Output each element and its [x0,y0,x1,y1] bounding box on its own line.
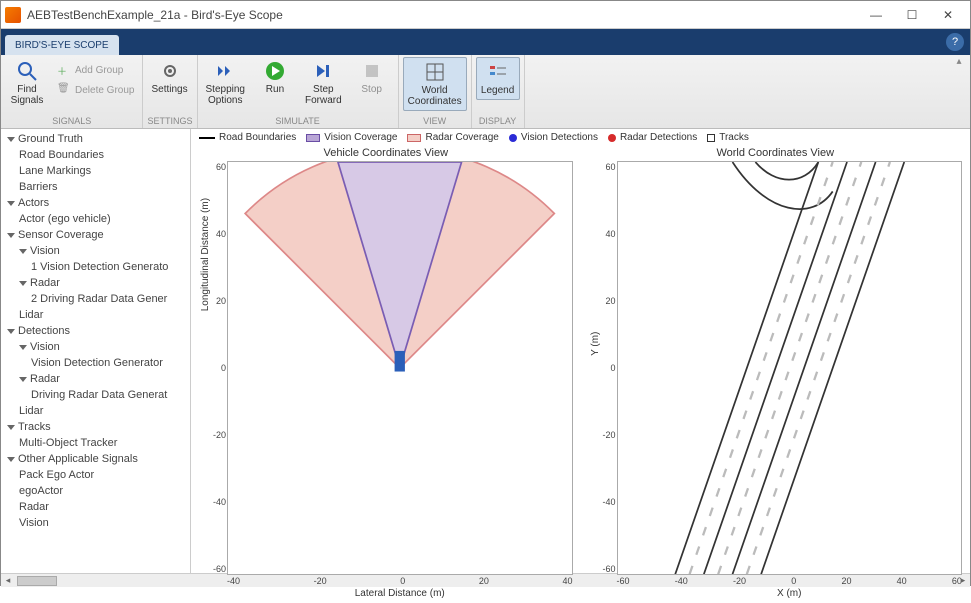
play-icon [264,60,286,82]
tree-vision-leaf[interactable]: Vision [1,515,190,531]
tree-vision-det[interactable]: Vision [1,339,190,355]
find-signals-icon [16,60,38,82]
stepping-options-button[interactable]: Stepping Options [202,57,249,109]
tree-pack-ego-actor[interactable]: Pack Ego Actor [1,467,190,483]
tree-actors[interactable]: Actors [1,195,190,211]
legend-button[interactable]: Legend [476,57,520,100]
y-axis-label: Longitudinal Distance (m) [200,198,211,311]
line-icon [199,137,215,139]
plot-title: World Coordinates View [589,145,963,161]
toolstrip-group-signals: Find Signals ＋Add Group 🗑Delete Group SI… [1,55,143,128]
help-button[interactable]: ? [946,33,964,51]
tree-ego-actor[interactable]: Actor (ego vehicle) [1,211,190,227]
toolstrip-group-settings: Settings SETTINGS [143,55,197,128]
stop-button[interactable]: Stop [350,57,394,98]
tree-vision-det-gen[interactable]: Vision Detection Generator [1,355,190,371]
tree-vision-gen-1[interactable]: 1 Vision Detection Generato [1,259,190,275]
tree-radar-det[interactable]: Radar [1,371,190,387]
tab-bar: BIRD'S-EYE SCOPE ? [1,29,970,55]
close-button[interactable]: ✕ [930,3,966,27]
caret-down-icon [7,425,15,430]
title-bar: AEBTestBenchExample_21a - Bird's-Eye Sco… [1,1,970,29]
scroll-thumb[interactable] [17,576,57,586]
delete-group-button[interactable]: 🗑Delete Group [53,81,138,99]
x-ticks: -40-2002040 [227,575,573,586]
trash-icon: 🗑 [57,83,71,97]
stop-icon [361,60,383,82]
tree-road-boundaries[interactable]: Road Boundaries [1,147,190,163]
tree-vision[interactable]: Vision [1,243,190,259]
tree-ground-truth[interactable]: Ground Truth [1,131,190,147]
caret-down-icon [7,137,15,142]
caret-down-icon [7,457,15,462]
caret-down-icon [7,233,15,238]
minimize-button[interactable]: — [858,3,894,27]
vehicle-plot-axes[interactable]: 6040200-20-40-60 Longitudinal Distance (… [227,161,573,575]
plot-title: Vehicle Coordinates View [199,145,573,161]
vehicle-coordinates-plot: Vehicle Coordinates View 6040200-20-40-6… [191,145,581,603]
plot-legend: Road Boundaries Vision Coverage Radar Co… [191,129,970,145]
content-area: Ground Truth Road Boundaries Lane Markin… [1,129,970,573]
app-icon [5,7,21,23]
world-plot-axes[interactable]: 6040200-20-40-60 Y (m) [617,161,963,575]
toolstrip-group-view: World Coordinates VIEW [399,55,472,128]
find-signals-button[interactable]: Find Signals [5,57,49,109]
scroll-left-icon[interactable]: ◂ [1,575,15,586]
step-forward-icon [312,60,334,82]
run-button[interactable]: Run [253,57,297,98]
caret-down-icon [7,329,15,334]
expand-toolstrip-icon[interactable]: ▴ [954,55,970,67]
maximize-button[interactable]: ☐ [894,3,930,27]
tree-ego-actor-2[interactable]: egoActor [1,483,190,499]
x-axis-label: X (m) [617,586,963,599]
tree-radar-leaf[interactable]: Radar [1,499,190,515]
tree-tracks[interactable]: Tracks [1,419,190,435]
x-axis-label: Lateral Distance (m) [227,586,573,599]
y-ticks: 6040200-20-40-60 [594,162,616,574]
world-coordinates-button[interactable]: World Coordinates [403,57,467,111]
caret-down-icon [19,345,27,350]
tree-radar-det-gen[interactable]: Driving Radar Data Generat [1,387,190,403]
world-icon [424,61,446,83]
tree-multi-object-tracker[interactable]: Multi-Object Tracker [1,435,190,451]
tree-lane-markings[interactable]: Lane Markings [1,163,190,179]
tab-birds-eye-scope[interactable]: BIRD'S-EYE SCOPE [5,35,119,55]
add-group-button[interactable]: ＋Add Group [53,61,138,79]
dot-icon [608,134,616,142]
x-ticks: -60-40-200204060 [617,575,963,586]
gear-icon [159,60,181,82]
tree-radar-gen-2[interactable]: 2 Driving Radar Data Gener [1,291,190,307]
tree-radar[interactable]: Radar [1,275,190,291]
plots-area: Road Boundaries Vision Coverage Radar Co… [191,129,970,573]
toolstrip-group-display: Legend DISPLAY [472,55,525,128]
legend-icon [487,61,509,83]
toolstrip: Find Signals ＋Add Group 🗑Delete Group SI… [1,55,970,129]
caret-down-icon [7,201,15,206]
scroll-right-icon[interactable]: ▸ [956,575,970,586]
window-title: AEBTestBenchExample_21a - Bird's-Eye Sco… [27,8,858,22]
caret-down-icon [19,249,27,254]
y-axis-label: Y (m) [590,332,601,356]
tree-sensor-coverage[interactable]: Sensor Coverage [1,227,190,243]
settings-button[interactable]: Settings [147,57,191,98]
dot-icon [509,134,517,142]
step-forward-button[interactable]: Step Forward [301,57,346,109]
world-coordinates-plot: World Coordinates View 6040200-20-40-60 … [581,145,971,603]
plus-icon: ＋ [57,63,71,77]
tree-lidar-det[interactable]: Lidar [1,403,190,419]
tree-other-signals[interactable]: Other Applicable Signals [1,451,190,467]
tree-detections[interactable]: Detections [1,323,190,339]
tree-lidar[interactable]: Lidar [1,307,190,323]
signals-tree: Ground Truth Road Boundaries Lane Markin… [1,129,191,573]
stepping-icon [214,60,236,82]
toolstrip-group-simulate: Stepping Options Run Step Forward Stop S… [198,55,399,128]
swatch-icon [407,134,421,142]
caret-down-icon [19,377,27,382]
caret-down-icon [19,281,27,286]
square-icon [707,134,715,142]
swatch-icon [306,134,320,142]
tree-barriers[interactable]: Barriers [1,179,190,195]
